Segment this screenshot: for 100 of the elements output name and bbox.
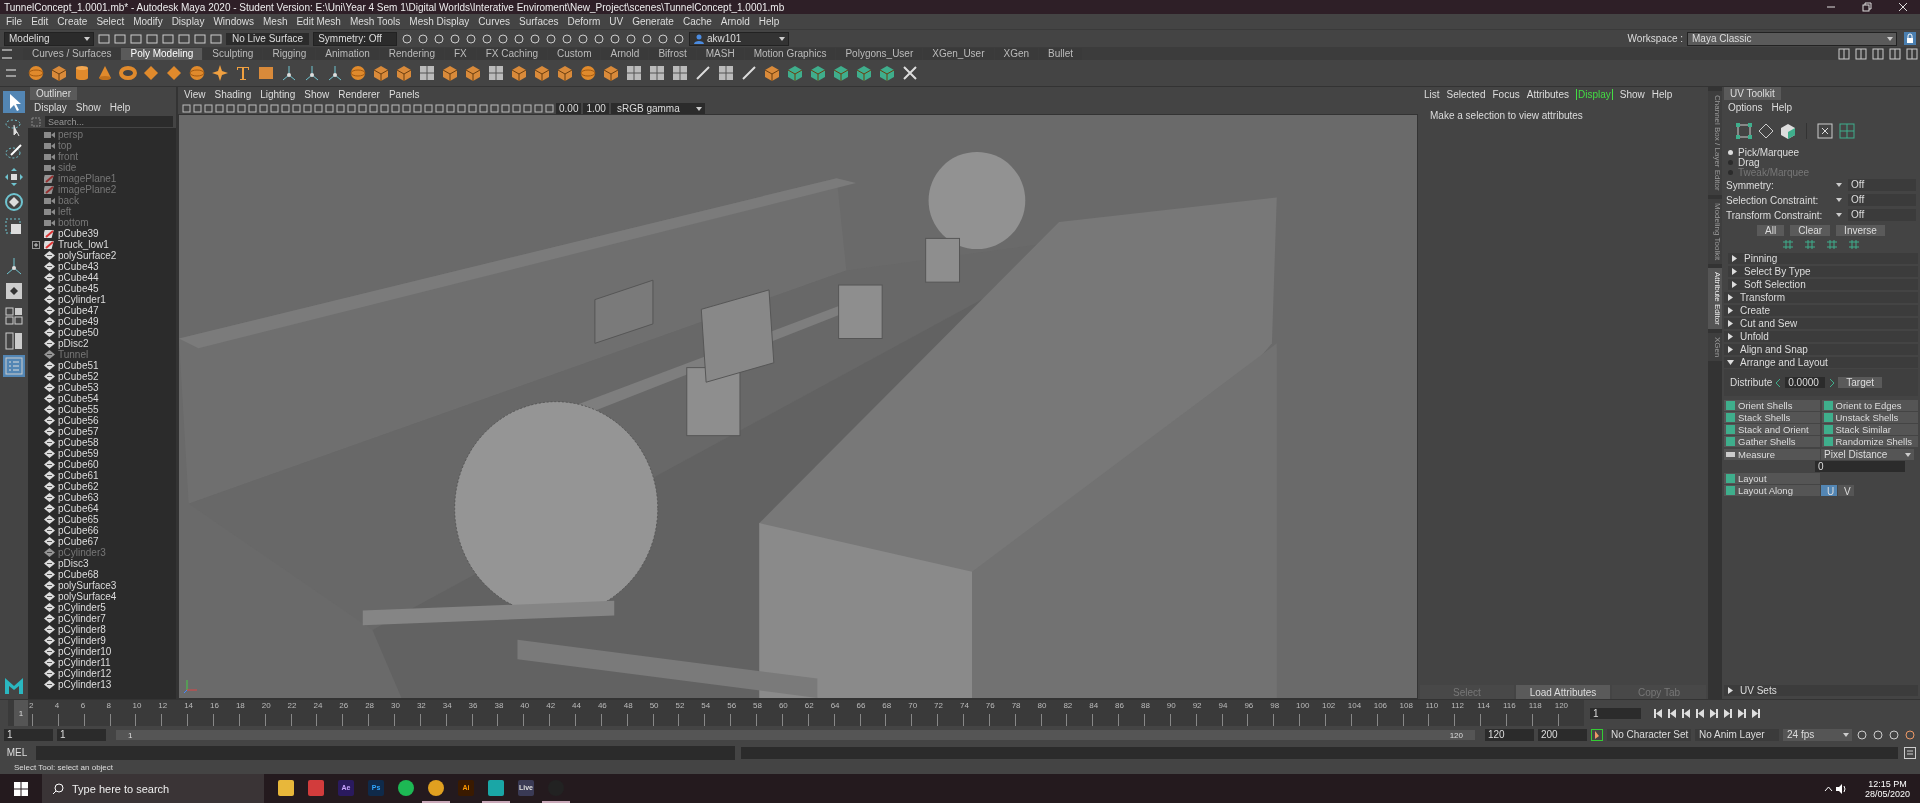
grid-icon[interactable] [671, 64, 689, 82]
outliner-item[interactable]: pCube67 [58, 536, 99, 547]
axis-icon[interactable] [303, 64, 321, 82]
section-header[interactable]: Pinning [1728, 253, 1918, 264]
clear-selection-button[interactable]: Clear [1790, 225, 1831, 236]
lock-icon[interactable] [1904, 32, 1916, 45]
playback-option-icon[interactable] [1888, 729, 1900, 741]
menu-item[interactable]: Windows [213, 16, 254, 27]
cube-icon[interactable] [441, 64, 459, 82]
playback-option-icon[interactable] [1904, 729, 1916, 741]
menu-item[interactable]: Curves [478, 16, 511, 27]
playback-option-icon[interactable] [1872, 729, 1884, 741]
outliner-item[interactable]: pCube65 [58, 514, 99, 525]
toolbar-icon[interactable] [210, 32, 222, 45]
menu-item[interactable]: Help [758, 16, 780, 27]
measure-button[interactable]: Measure [1724, 449, 1820, 460]
toolbar-icon[interactable] [432, 32, 445, 45]
outliner-item[interactable]: pCube64 [58, 503, 99, 514]
menu-item[interactable]: Help [1771, 102, 1793, 113]
outliner-item[interactable]: pCube66 [58, 525, 99, 536]
option-value-field[interactable]: Off [1848, 209, 1916, 221]
cube-icon[interactable] [372, 64, 390, 82]
tool-button[interactable]: Orient to Edges [1821, 400, 1918, 411]
windows-start-icon[interactable] [14, 781, 28, 796]
section-header[interactable]: Cut and Sew [1724, 318, 1918, 329]
single-pane-icon[interactable] [3, 280, 25, 302]
live-surface-field[interactable]: No Live Surface [226, 32, 310, 45]
shelf-options-icon[interactable] [6, 69, 16, 77]
menu-set-dropdown[interactable]: Modeling [4, 31, 94, 46]
color-space-dropdown[interactable]: sRGB gamma [610, 102, 705, 114]
end-frame-field[interactable]: 200 [1538, 729, 1587, 741]
menu-item[interactable]: Help [1651, 89, 1673, 100]
gamma-field[interactable]: 1.00 [583, 102, 609, 114]
shelf-menu-icon[interactable] [2, 48, 12, 59]
range-slider-bar[interactable]: 1 120 [116, 730, 1475, 740]
cylinder-icon[interactable] [73, 64, 91, 82]
outliner-item[interactable]: pCylinder1 [58, 294, 106, 305]
outliner-item[interactable]: pCube52 [58, 371, 99, 382]
layout-icon[interactable] [1906, 47, 1918, 60]
uv-face-icon[interactable] [1817, 123, 1833, 139]
outliner-item[interactable]: pCube39 [58, 228, 99, 239]
layout-icon[interactable] [1872, 47, 1884, 60]
layout-icon[interactable] [1855, 47, 1867, 60]
section-header[interactable]: Unfold [1724, 331, 1918, 342]
tool-button[interactable]: Stack Similar [1821, 424, 1918, 435]
layout-icon[interactable] [1889, 47, 1901, 60]
toolbar-icon[interactable] [178, 32, 190, 45]
section-header[interactable]: Create [1724, 305, 1918, 316]
grid-icon[interactable] [648, 64, 666, 82]
cube-icon[interactable] [556, 64, 574, 82]
uv-grid-icon[interactable] [1839, 123, 1855, 139]
outliner-item[interactable]: pCylinder5 [58, 602, 106, 613]
grid-icon[interactable] [717, 64, 735, 82]
time-slider[interactable]: 1 2 4 6 8 10 12 14 16 18 20 22 24 26 28 30 32 34 36 38 40 42 44 46 48 50 52 54 56 58 60 62 64 66 68 70 72 74 76 78 80 82 84 86 88 90 92 94 96 98 100 102 104 106 108 110 112 114 116 118 120 [8, 700, 1584, 726]
current-frame-marker[interactable]: 1 [14, 700, 28, 726]
toolbar-icon[interactable] [130, 32, 142, 45]
radio-button[interactable] [1728, 149, 1733, 155]
outliner-item[interactable]: pCylinder12 [58, 668, 112, 679]
menu-item[interactable]: Edit Mesh [296, 16, 341, 27]
workspace-dropdown[interactable]: Maya Classic [1687, 31, 1897, 46]
outliner-item[interactable]: pDisc3 [58, 558, 89, 569]
cube-icon[interactable] [464, 64, 482, 82]
menu-item[interactable]: Show [304, 89, 330, 100]
menu-item[interactable]: Lighting [260, 89, 296, 100]
toolbar-icon[interactable] [98, 32, 110, 45]
outliner-item[interactable]: pCube47 [58, 305, 99, 316]
playback-button-icon[interactable] [1737, 708, 1747, 718]
outliner-item[interactable]: pCube62 [58, 481, 99, 492]
axis-toggle[interactable]: V [1838, 485, 1854, 496]
uv-cube-icon[interactable] [786, 64, 804, 82]
edge-mode-icon[interactable] [1758, 123, 1774, 139]
playback-button-icon[interactable] [1723, 708, 1733, 718]
menu-item[interactable]: Select [96, 16, 125, 27]
playback-button-icon[interactable] [1667, 708, 1677, 718]
outliner-item[interactable]: pCube51 [58, 360, 99, 371]
star-icon[interactable] [211, 64, 229, 82]
torus-icon[interactable] [119, 64, 137, 82]
uv-cube-icon[interactable] [878, 64, 896, 82]
menu-item[interactable]: Selected [1446, 89, 1486, 100]
toolbar-icon[interactable] [114, 32, 126, 45]
sphere-icon[interactable] [27, 64, 45, 82]
outliner-item[interactable]: pCube57 [58, 426, 99, 437]
character-set-dropdown[interactable]: No Character Set [1607, 729, 1691, 741]
menu-item[interactable]: File [6, 16, 23, 27]
clock-time[interactable]: 12:15 PM [1868, 778, 1907, 789]
toolbar-icon[interactable] [416, 32, 429, 45]
outliner-item[interactable]: pCylinder13 [58, 679, 112, 690]
exposure-field[interactable]: 0.00 [556, 102, 582, 114]
outliner-item[interactable]: pCube53 [58, 382, 99, 393]
outliner-item[interactable]: pCube60 [58, 459, 99, 470]
toolbar-icon[interactable] [592, 32, 605, 45]
toolbar-icon[interactable] [194, 32, 206, 45]
clock-date[interactable]: 28/05/2020 [1864, 788, 1910, 799]
grid-icon[interactable] [625, 64, 643, 82]
menu-item[interactable]: Show [75, 102, 101, 113]
toolbar-icon[interactable] [400, 32, 413, 45]
sphere-icon[interactable] [579, 64, 597, 82]
cube-icon[interactable] [602, 64, 620, 82]
playback-button-icon[interactable] [1653, 708, 1663, 718]
toolbar-icon[interactable] [448, 32, 461, 45]
